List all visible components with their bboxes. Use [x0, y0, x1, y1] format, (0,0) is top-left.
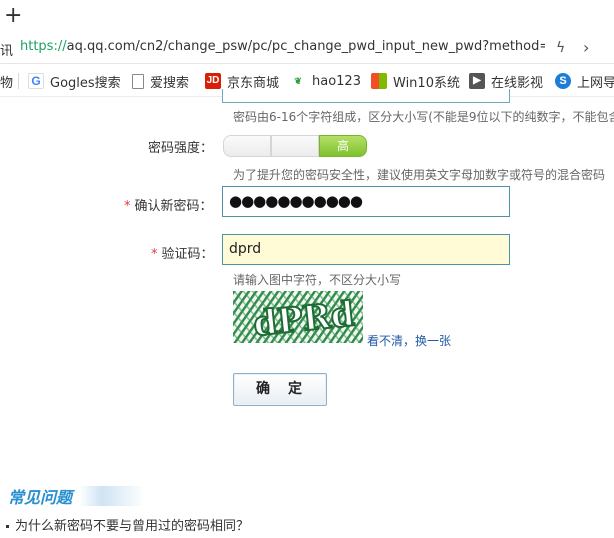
- bookmark-label: 京东商城: [227, 75, 280, 91]
- bookmark-label: Win10系统: [393, 75, 460, 91]
- confirm-password-input[interactable]: ●●●●●●●●●●●: [222, 186, 510, 217]
- new-tab-button[interactable]: +: [4, 3, 22, 29]
- browser-tab-bar: +: [0, 0, 614, 34]
- faq-item[interactable]: 为什么新密码不要与曾用过的密码相同？: [6, 515, 249, 534]
- windows-icon: [371, 73, 387, 89]
- captcha-input[interactable]: dprd: [222, 234, 510, 265]
- captcha-input-value: dprd: [229, 241, 262, 257]
- captcha-label: * 验证码：: [151, 243, 214, 262]
- confirm-password-label-text: 确认新密码：: [134, 199, 213, 214]
- bookmark-label: 爱搜索: [150, 75, 190, 91]
- required-mark: *: [151, 247, 158, 262]
- lightning-icon[interactable]: ϟ: [556, 40, 565, 56]
- bookmark-item[interactable]: 物: [0, 72, 14, 91]
- confirm-button[interactable]: 确定: [233, 373, 327, 406]
- bookmark-item[interactable]: ▶ 在线影视: [469, 72, 544, 91]
- masked-password: ●●●●●●●●●●●: [229, 192, 363, 210]
- bookmark-label: 上网导: [577, 75, 614, 91]
- bookmark-label: 在线影视: [491, 75, 544, 91]
- strength-segment-high: 高: [319, 135, 367, 157]
- password-rule-hint: 密码由6-16个字符组成，区分大小写(不能是9位以下的纯数字，不能包含: [233, 110, 614, 124]
- url-path: aq.qq.com/cn2/change_psw/pc/pc_change_pw…: [66, 39, 545, 54]
- bookmark-label: hao123: [312, 73, 361, 89]
- faq-title: 常见问题: [8, 488, 73, 507]
- refresh-captcha-link[interactable]: 看不清，换一张: [367, 332, 451, 349]
- google-icon: G: [28, 73, 44, 89]
- site-name-fragment: 讯: [0, 44, 14, 59]
- strength-label: 密码强度：: [148, 141, 214, 156]
- bookmark-item[interactable]: S 上网导: [555, 72, 614, 91]
- address-bar[interactable]: 讯 https://aq.qq.com/cn2/change_psw/pc/pc…: [0, 34, 614, 64]
- bookmark-item[interactable]: Win10系统: [371, 72, 460, 91]
- chevron-right-icon[interactable]: ›: [583, 38, 589, 57]
- page-icon: [132, 73, 144, 89]
- url-field[interactable]: https://aq.qq.com/cn2/change_psw/pc/pc_c…: [20, 39, 545, 54]
- faq-item-label: 为什么新密码不要与曾用过的密码相同？: [15, 519, 250, 534]
- jd-icon: JD: [205, 73, 221, 89]
- hao123-icon: ❦: [290, 73, 306, 89]
- bookmark-item[interactable]: JD 京东商城: [205, 72, 280, 91]
- strength-hint: 为了提升您的密码安全性，建议使用英文字母加数字或符号的混合密码: [233, 168, 606, 182]
- bookmark-separator: [18, 73, 19, 89]
- confirm-password-label: * 确认新密码：: [124, 195, 213, 214]
- bookmark-item[interactable]: G Gogles搜索: [28, 72, 121, 91]
- bookmark-label: Gogles搜索: [50, 75, 121, 91]
- video-icon: ▶: [469, 73, 485, 89]
- password-strength-meter: 高: [223, 135, 367, 157]
- bookmark-item[interactable]: ❦ hao123: [290, 72, 361, 90]
- captcha-hint: 请输入图中字符，不区分大小写: [233, 273, 402, 287]
- captcha-label-text: 验证码：: [161, 247, 214, 262]
- required-mark: *: [124, 199, 131, 214]
- change-password-form: 密码由6-16个字符组成，区分大小写(不能是9位以下的纯数字，不能包含 密码强度…: [0, 89, 614, 538]
- bookmark-item[interactable]: 爱搜索: [132, 72, 190, 91]
- bullet-icon: [6, 525, 9, 528]
- captcha-graphic: dPRd: [233, 291, 363, 343]
- strength-segment-low: [223, 135, 271, 157]
- captcha-image: dPRd: [233, 291, 363, 343]
- url-scheme: https://: [20, 39, 67, 54]
- new-password-input[interactable]: [222, 89, 510, 103]
- bookmark-label: 物: [0, 75, 14, 91]
- nav-icon: S: [555, 73, 571, 89]
- strength-segment-medium: [271, 135, 319, 157]
